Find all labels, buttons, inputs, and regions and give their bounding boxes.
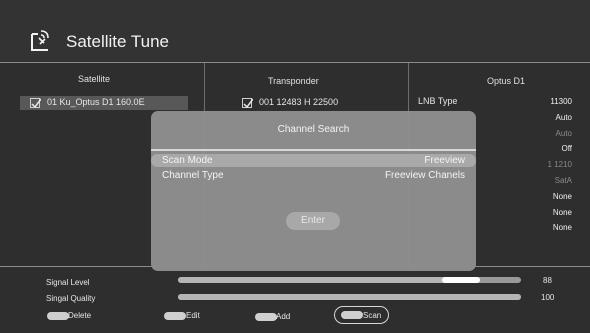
green-key-icon[interactable] — [164, 312, 186, 320]
header-bar — [0, 0, 590, 62]
signal-level-fill — [178, 277, 480, 283]
yellow-key-icon[interactable] — [255, 313, 277, 321]
edit-key-label[interactable]: Edit — [186, 311, 200, 320]
delete-key-label[interactable]: Delete — [68, 311, 91, 320]
signal-level-label: Signal Level — [46, 278, 90, 287]
channel-type-label: Channel Type — [162, 170, 224, 181]
detail-value: None — [552, 223, 572, 233]
signal-quality-fill — [178, 294, 521, 300]
signal-quality-label: Singal Quality — [46, 294, 96, 303]
transponder-item[interactable]: 001 12483 H 22500 — [259, 97, 338, 107]
transponder-column-heading: Transponder — [268, 76, 319, 86]
detail-value: None — [552, 207, 572, 217]
bottom-divider — [0, 266, 590, 267]
signal-level-bar — [178, 277, 521, 283]
satellite-name: 01 Ku_Optus D1 160.0E — [47, 97, 145, 107]
red-key-icon[interactable] — [47, 312, 69, 320]
dialog-divider — [151, 149, 476, 151]
channel-search-dialog — [151, 111, 476, 271]
signal-level-peak — [441, 277, 480, 283]
detail-value: SatA — [554, 176, 572, 185]
scan-key-label[interactable]: Scan — [363, 311, 381, 320]
add-key-label[interactable]: Add — [276, 312, 290, 321]
signal-level-value: 88 — [543, 276, 552, 285]
dialog-title: Channel Search — [277, 124, 350, 135]
detail-value: Auto — [555, 128, 572, 138]
scan-mode-value: Freeview — [424, 155, 465, 166]
checkbox-checked-icon[interactable] — [242, 98, 253, 109]
satellite-dish-icon — [30, 28, 56, 52]
signal-quality-bar — [178, 294, 521, 300]
header-divider — [0, 62, 590, 63]
detail-value: 1 1210 — [547, 160, 572, 170]
channel-type-value: Freeview Chanels — [384, 170, 465, 181]
details-column-heading: Optus D1 — [487, 76, 526, 86]
checkbox-checked-icon[interactable] — [30, 98, 41, 109]
satellite-column-heading: Satellite — [78, 74, 111, 84]
detail-value: 11300 — [550, 97, 572, 106]
detail-value: Off — [561, 144, 572, 154]
blue-key-icon[interactable] — [341, 311, 363, 319]
lnb-type-label: LNB Type — [418, 96, 458, 106]
detail-value: Auto — [555, 112, 572, 122]
signal-quality-value: 100 — [541, 293, 555, 302]
scan-mode-label: Scan Mode — [162, 155, 213, 166]
detail-value: None — [552, 191, 572, 201]
channel-type-row[interactable]: Channel Type Freeview Chanels — [151, 169, 476, 182]
scan-mode-row[interactable]: Scan Mode Freeview — [151, 154, 476, 167]
enter-button[interactable]: Enter — [286, 212, 340, 230]
page-title: Satellite Tune — [66, 32, 170, 51]
